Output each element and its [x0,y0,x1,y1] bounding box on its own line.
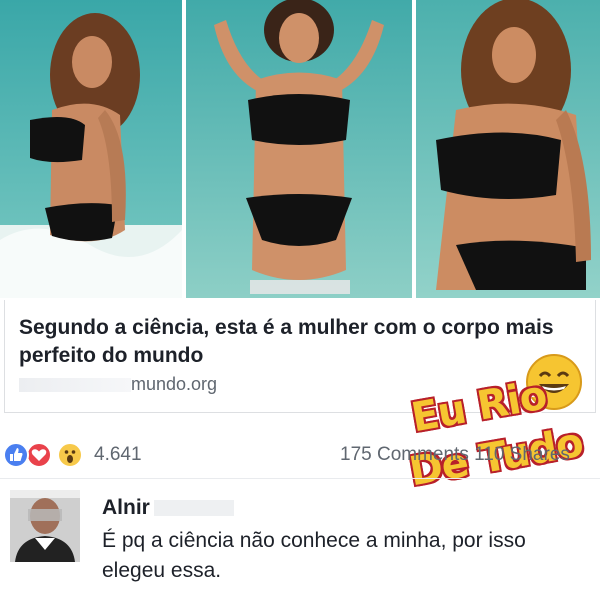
reaction-count[interactable]: 4.641 [94,444,142,466]
redacted-strip [250,280,350,294]
comment-text: É pq a ciência não conhece a minha, por … [102,529,526,582]
love-icon[interactable] [26,442,52,468]
like-icon[interactable] [3,442,29,468]
photo-1[interactable] [0,0,182,298]
commenter-first-name[interactable]: Alnir [102,496,150,519]
source-domain: mundo.org [131,374,218,394]
commenter-name[interactable]: Alnir [102,496,234,520]
watermark-logo: Eu Rio De Tudo [402,352,598,502]
wow-icon[interactable] [57,442,83,468]
commenter-avatar[interactable] [10,490,80,562]
redacted-domain-prefix [19,378,131,393]
redacted-surname [153,500,234,517]
reaction-bar[interactable]: 4.641 175 Comments 110 Shares [0,438,600,474]
comments-shares-summary[interactable]: 175 Comments 110 Shares [340,444,570,466]
divider [0,478,600,479]
shared-image-strip[interactable] [0,0,600,300]
photo-2[interactable] [186,0,412,298]
photo-3[interactable] [416,0,600,298]
link-source: mundo.org [19,374,217,395]
